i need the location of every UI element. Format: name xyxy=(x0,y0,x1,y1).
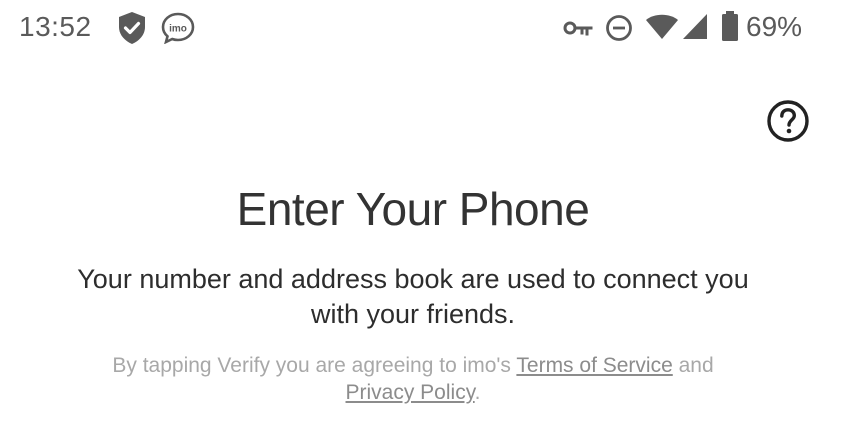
vpn-key-icon xyxy=(563,21,593,36)
terms-suffix: . xyxy=(474,381,481,404)
terms-of-service-link[interactable]: Terms of Service xyxy=(516,354,672,377)
shield-check-icon xyxy=(119,12,145,44)
terms-middle: and xyxy=(672,354,714,377)
help-button[interactable] xyxy=(766,99,810,143)
cell-signal-icon xyxy=(683,14,707,39)
terms-notice: By tapping Verify you are agreeing to im… xyxy=(60,352,766,406)
battery-percent: 69% xyxy=(746,11,803,42)
do-not-disturb-icon xyxy=(606,15,632,41)
privacy-policy-link[interactable]: Privacy Policy xyxy=(346,381,475,404)
page-subtitle: Your number and address book are used to… xyxy=(77,264,749,329)
status-bar: 13:52 imo 69% xyxy=(0,0,848,56)
wifi-icon xyxy=(646,14,678,39)
page-title: Enter Your Phone xyxy=(236,183,590,235)
help-circle-icon xyxy=(767,100,809,142)
battery-icon xyxy=(722,11,738,41)
imo-app-icon: imo xyxy=(161,12,195,44)
terms-prefix: By tapping Verify you are agreeing to im… xyxy=(112,354,517,377)
imo-badge-text: imo xyxy=(169,24,187,35)
status-time: 13:52 xyxy=(19,11,92,42)
